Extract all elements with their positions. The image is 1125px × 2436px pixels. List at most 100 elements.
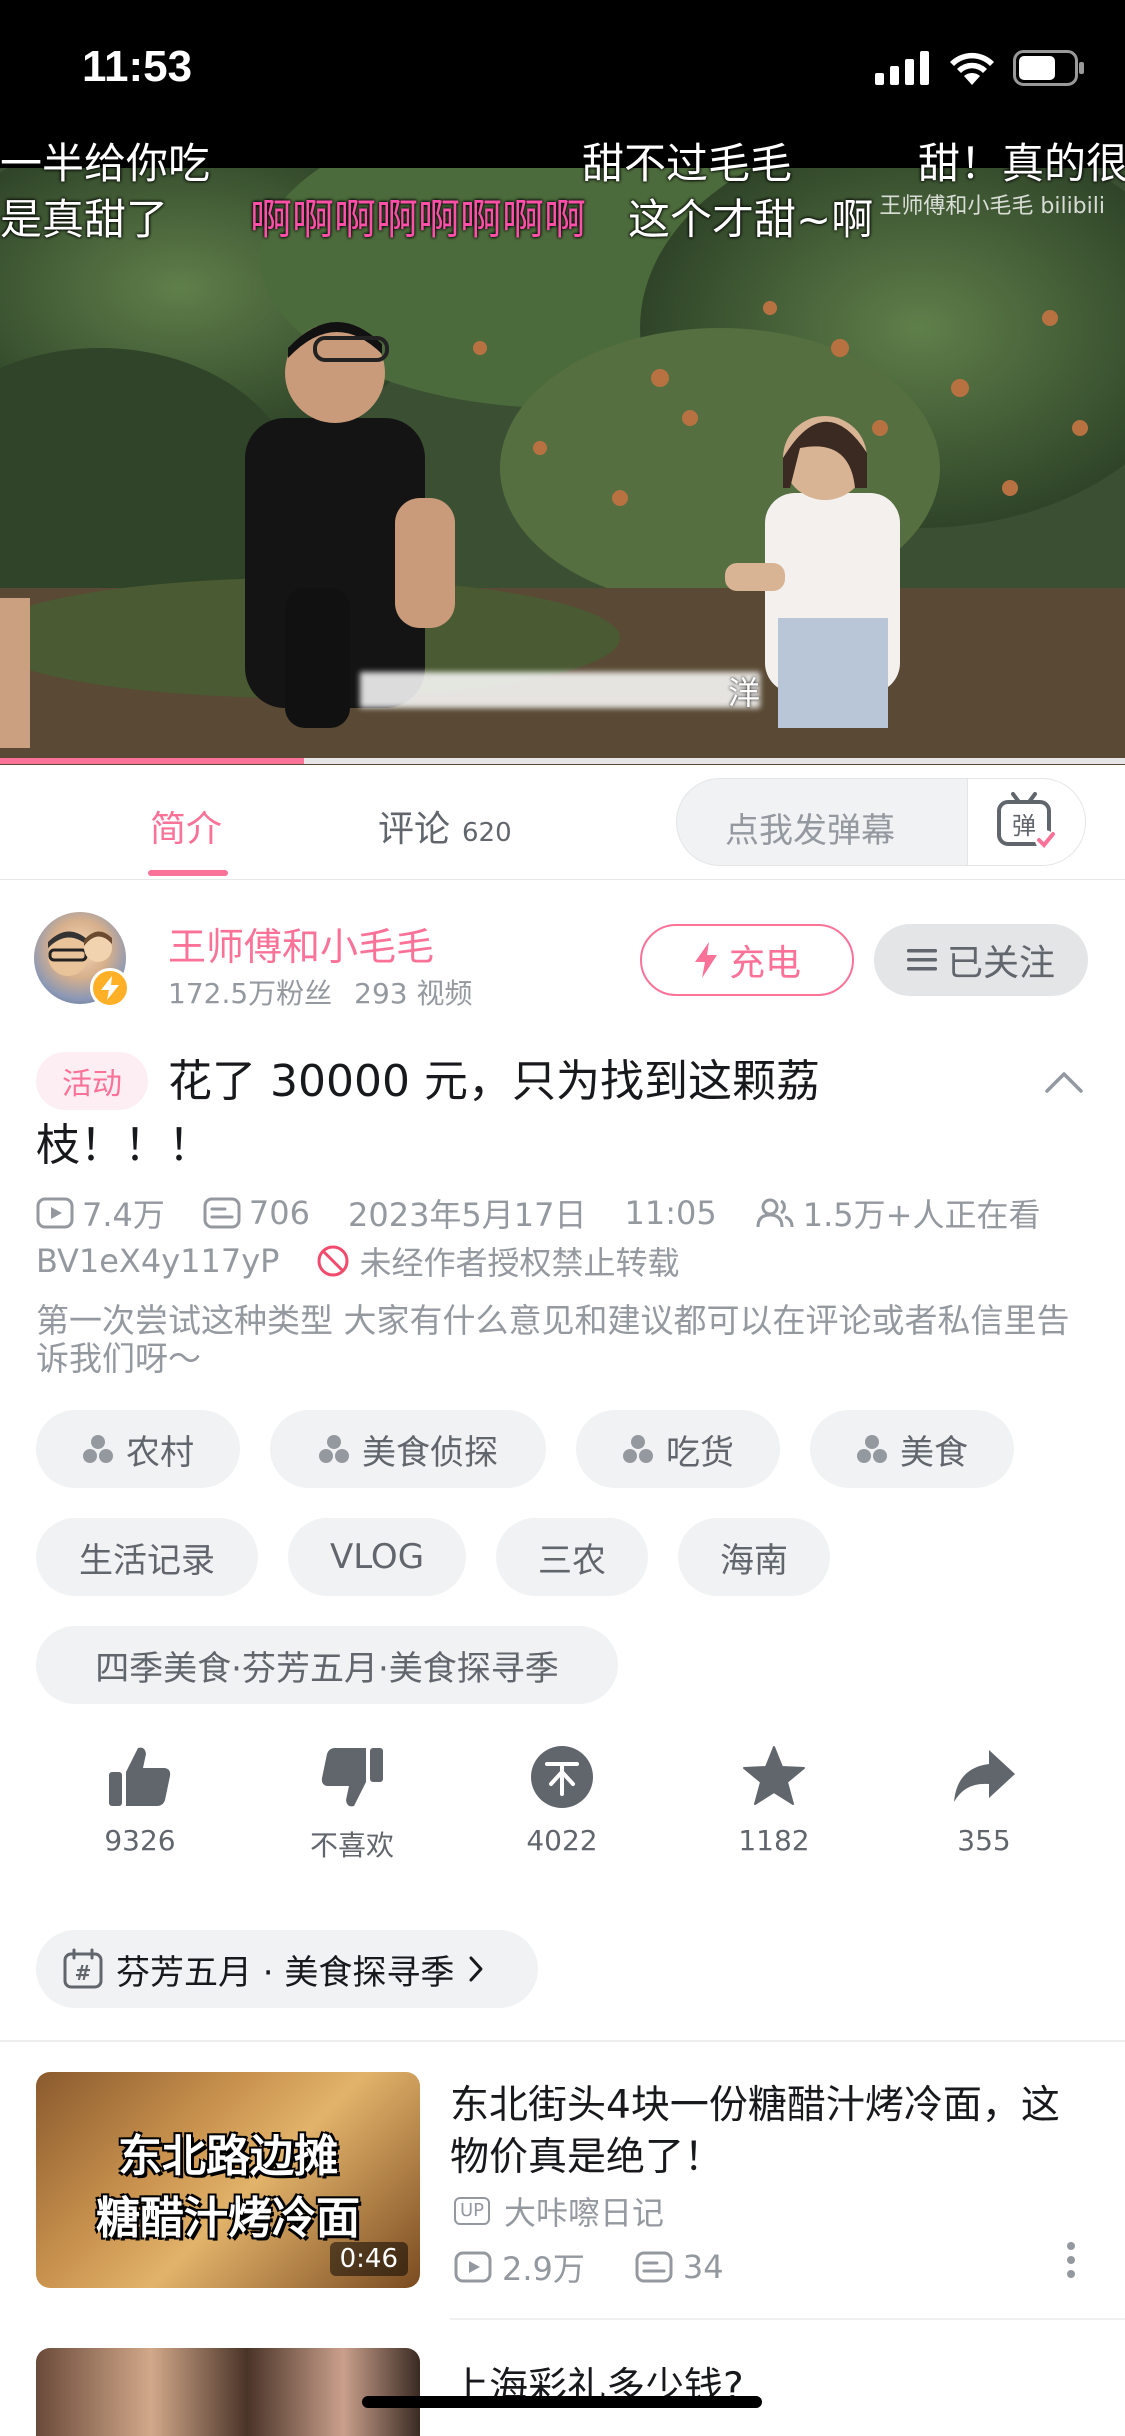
video-subtitle xyxy=(360,672,760,708)
charge-button-label: 充电 xyxy=(728,943,801,984)
thumbs-up-icon xyxy=(109,1747,171,1806)
dislike-label: 不喜欢 xyxy=(309,1829,394,1862)
more-options-icon[interactable] xyxy=(1064,2240,1078,2280)
video-description: 第一次尝试这种类型 大家有什么意见和建议都可以在评论或者私信里告诉我们呀～ xyxy=(36,1301,1070,1378)
up-tag-icon: UP xyxy=(454,2197,491,2225)
tag-label: 吃货 xyxy=(666,1432,734,1473)
watching-count: 1.5万+人正在看 xyxy=(802,1196,1041,1234)
publish-time: 11:05 xyxy=(624,1194,717,1232)
danmaku-icon: 弹 xyxy=(996,792,1055,850)
section-divider xyxy=(0,2040,1125,2042)
tag-chip[interactable]: 美食 xyxy=(810,1410,1014,1488)
charge-button[interactable]: 充电 xyxy=(640,924,854,996)
favorite-count: 1182 xyxy=(738,1824,810,1857)
activity-link[interactable]: # 芬芳五月 · 美食探寻季 xyxy=(36,1930,538,2008)
channel-dots-icon xyxy=(623,1435,653,1463)
video-title: 花了 30000 元，只为找到这颗荔枝！！！ xyxy=(36,1056,820,1171)
tab-intro[interactable]: 简介 xyxy=(150,800,222,852)
danmaku-text: 甜！真的很 xyxy=(918,140,1125,188)
activity-link-label: 芬芳五月 · 美食探寻季 xyxy=(116,1952,455,1993)
thumbs-down-icon xyxy=(321,1748,383,1807)
tag-label: 生活记录 xyxy=(79,1540,215,1581)
coin-button[interactable]: 4022 xyxy=(492,1744,632,1857)
tag-label: 四季美食·芬芳五月·美食探寻季 xyxy=(95,1648,559,1689)
tag-chip[interactable]: 农村 xyxy=(36,1410,240,1488)
thumbnail-caption: 东北路边摊 xyxy=(118,2131,338,2182)
watching-users-icon xyxy=(756,1198,794,1228)
related-video-title[interactable]: 东北街头4块一份糖醋汁烤冷面，这物价真是绝了！ xyxy=(450,2080,1070,2184)
danmaku-input-placeholder: 点我发弹幕 xyxy=(725,811,895,851)
repost-notice: 未经作者授权禁止转载 xyxy=(359,1244,680,1282)
tag-chip[interactable]: 三农 xyxy=(496,1518,648,1596)
dislike-button[interactable]: 不喜欢 xyxy=(282,1744,422,1864)
tag-label: 海南 xyxy=(720,1540,788,1581)
related-video-author[interactable]: UP 大咔嚓日记 xyxy=(454,2188,664,2234)
uploader-name[interactable]: 王师傅和小毛毛 xyxy=(168,916,434,971)
related-view-count: 2.9万 xyxy=(502,2250,585,2288)
chevron-up-icon[interactable] xyxy=(1044,1070,1084,1094)
thumbnail-caption: 糖醋汁烤冷面 xyxy=(96,2193,360,2244)
tag-label: 三农 xyxy=(538,1540,606,1581)
danmaku-count-icon xyxy=(203,1197,241,1229)
tag-chip[interactable]: 生活记录 xyxy=(36,1518,258,1596)
view-count: 7.4万 xyxy=(82,1196,165,1234)
danmaku-text: 啊啊啊啊啊啊啊啊 xyxy=(250,195,587,244)
no-repost-icon xyxy=(317,1245,349,1277)
related-author-name: 大咔嚓日记 xyxy=(504,2194,665,2232)
follow-button-label: 已关注 xyxy=(946,943,1055,984)
tag-chip[interactable]: 四季美食·芬芳五月·美食探寻季 xyxy=(36,1626,618,1704)
video-meta: 7.4万 706 2023年5月17日 11:05 1.5万+人正在看 xyxy=(36,1190,1040,1236)
video-duration: 0:46 xyxy=(329,2242,408,2276)
lightning-badge-icon xyxy=(90,968,130,1008)
tab-intro-underline xyxy=(148,870,228,876)
star-icon xyxy=(743,1746,805,1805)
wifi-icon xyxy=(950,52,994,85)
related-video-thumbnail[interactable]: 东北路边摊 糖醋汁烤冷面 0:46 xyxy=(36,2072,420,2288)
related-video-thumbnail[interactable] xyxy=(36,2348,420,2436)
status-icons xyxy=(875,50,1085,86)
video-subtitle-text: 洋 xyxy=(728,674,761,712)
share-arrow-icon xyxy=(954,1750,1015,1802)
related-divider xyxy=(450,2318,1125,2320)
bvid[interactable]: BV1eX4y117yP xyxy=(36,1242,279,1280)
favorite-button[interactable]: 1182 xyxy=(704,1744,844,1857)
tag-chip[interactable]: 海南 xyxy=(678,1518,830,1596)
battery-icon xyxy=(1013,50,1084,86)
tag-label: VLOG xyxy=(329,1537,425,1577)
channel-dots-icon xyxy=(319,1435,349,1463)
channel-dots-icon xyxy=(857,1435,887,1463)
tab-comments[interactable]: 评论 620 xyxy=(378,800,512,852)
share-count: 355 xyxy=(957,1824,1011,1857)
share-button[interactable]: 355 xyxy=(914,1744,1054,1857)
like-button[interactable]: 9326 xyxy=(70,1744,210,1857)
publish-date: 2023年5月17日 xyxy=(347,1196,587,1234)
tag-label: 农村 xyxy=(126,1432,194,1473)
content-tabs: 简介 评论 620 点我发弹幕 弹 xyxy=(0,764,1125,880)
chevron-right-icon xyxy=(469,1956,483,1982)
related-danmaku-count: 34 xyxy=(682,2248,724,2286)
tag-chip[interactable]: VLOG xyxy=(288,1518,466,1596)
home-indicator[interactable] xyxy=(362,2396,762,2408)
status-bar: 11:53 xyxy=(0,0,1125,140)
tag-label: 美食 xyxy=(900,1432,968,1473)
uploader-video-count: 293 视频 xyxy=(354,977,473,1010)
follow-button[interactable]: 已关注 xyxy=(874,924,1088,996)
tag-chip[interactable]: 吃货 xyxy=(576,1410,780,1488)
svg-text:#: # xyxy=(75,1961,92,1985)
hashtag-calendar-icon: # xyxy=(63,1948,103,1989)
danmaku-text: 是真甜了 xyxy=(0,195,169,244)
coin-count: 4022 xyxy=(526,1824,598,1857)
danmaku-count-icon xyxy=(635,2251,673,2283)
video-player[interactable]: 一半给你吃 甜不过毛毛 甜！真的很 是真甜了 啊啊啊啊啊啊啊啊 这个才甜~啊 王… xyxy=(0,140,1125,765)
danmaku-text: 一半给你吃 xyxy=(0,140,211,188)
coin-icon xyxy=(531,1746,593,1808)
channel-dots-icon xyxy=(83,1435,113,1463)
danmaku-text: 这个才甜~啊 xyxy=(628,195,874,244)
danmaku-icon-glyph: 弹 xyxy=(1012,812,1036,840)
tag-label: 美食侦探 xyxy=(362,1432,498,1473)
tag-chip[interactable]: 美食侦探 xyxy=(270,1410,546,1488)
danmaku-input[interactable]: 点我发弹幕 弹 xyxy=(676,778,1086,866)
status-time: 11:53 xyxy=(82,42,193,91)
danmaku-toggle-button[interactable]: 弹 xyxy=(967,779,1085,865)
danmaku-count: 706 xyxy=(248,1194,310,1232)
